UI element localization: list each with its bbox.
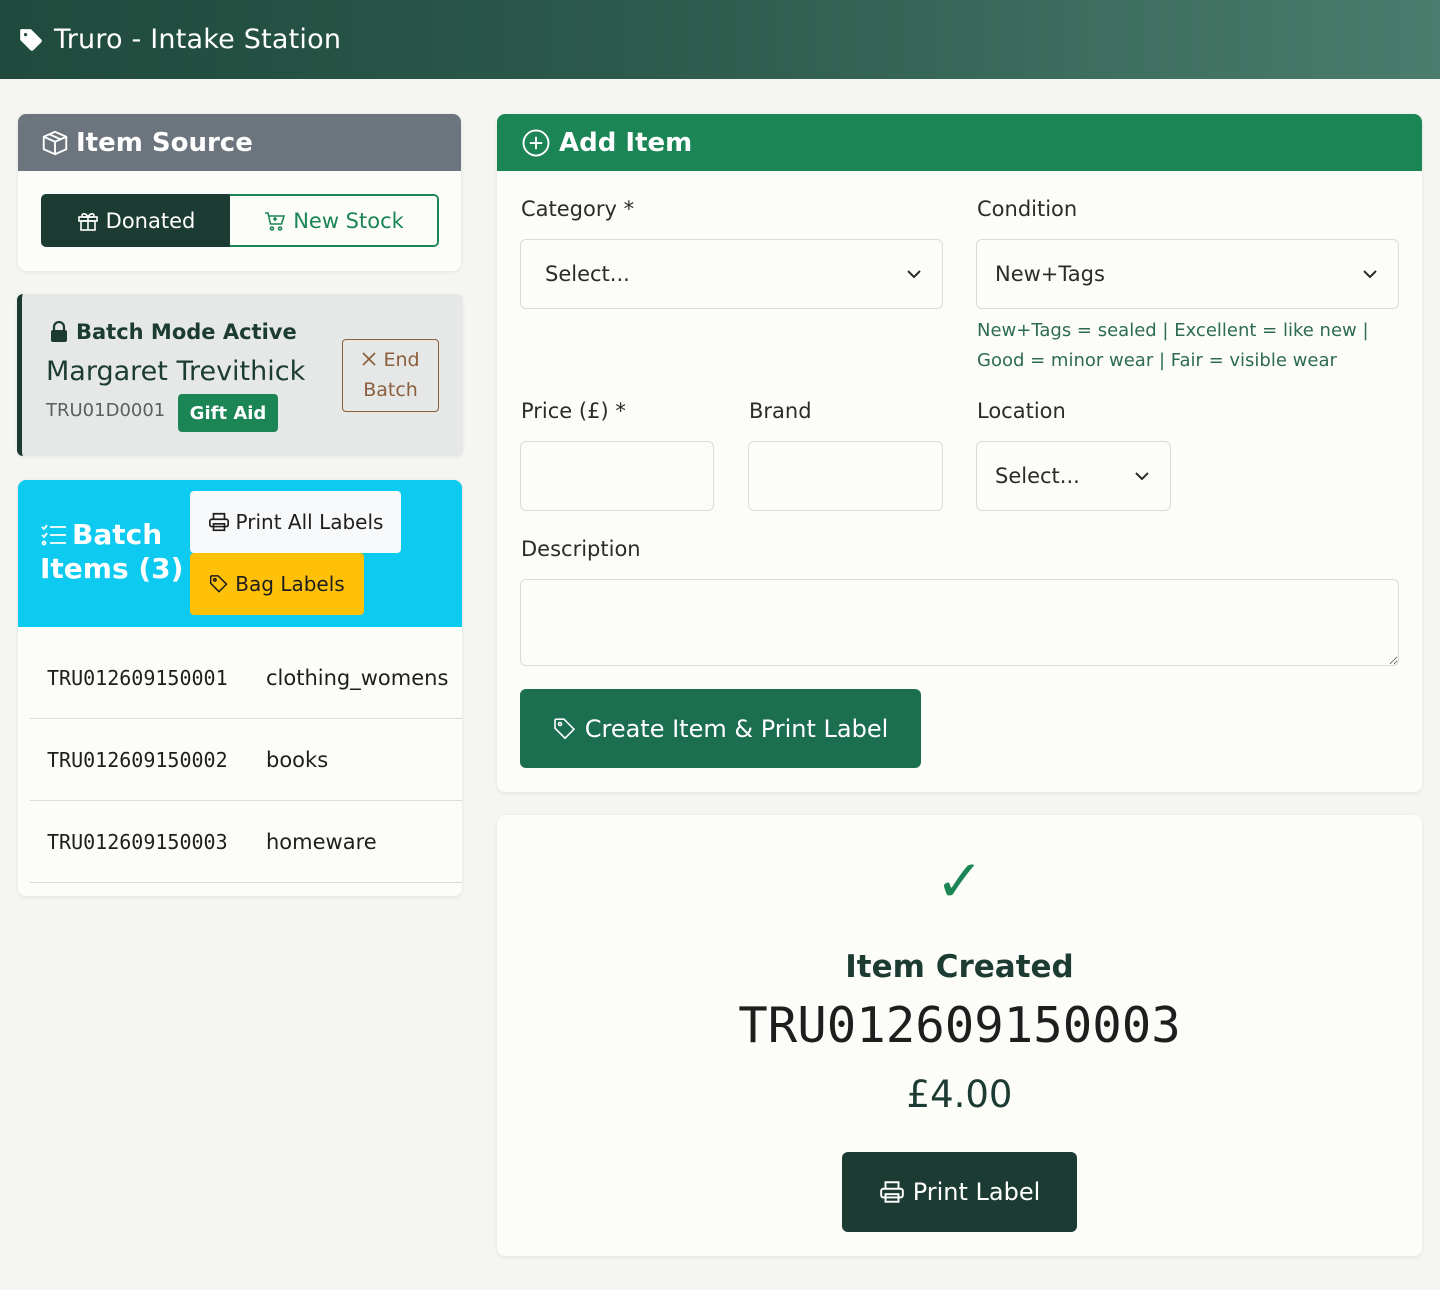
item-created-card: ✓ Item Created TRU012609150003 £4.00 Pri…	[497, 815, 1422, 1256]
app-title: Truro - Intake Station	[54, 24, 342, 55]
table-row[interactable]: TRU012609150001 clothing_womens	[30, 637, 462, 719]
batch-mode-title: Batch Mode Active	[50, 320, 297, 344]
print-all-labels-text: Print All Labels	[235, 510, 384, 534]
add-item-title: Add Item	[559, 127, 693, 158]
source-toggle: Donated New Stock	[41, 194, 439, 247]
bag-labels-button[interactable]: Bag Labels	[190, 553, 364, 615]
table-row[interactable]: TRU012609150003 homeware	[30, 801, 462, 883]
gift-icon	[77, 212, 98, 231]
list-icon	[41, 524, 66, 546]
end-batch-line1: End	[343, 345, 438, 375]
item-code: TRU012609150003	[47, 829, 228, 854]
donor-name: Margaret Trevithick	[46, 356, 306, 387]
item-source-title: Item Source	[76, 127, 253, 158]
chevron-down-icon	[907, 270, 921, 279]
add-item-card: Add Item Category * Select... Condition …	[497, 114, 1422, 792]
condition-value: New+Tags	[995, 262, 1105, 286]
tag-icon	[210, 575, 228, 593]
condition-label: Condition	[977, 197, 1078, 221]
create-item-button[interactable]: Create Item & Print Label	[520, 689, 921, 768]
gift-aid-badge: Gift Aid	[178, 394, 278, 432]
item-category: clothing_womens	[266, 665, 449, 690]
batch-items-title: Batch Items (3)	[40, 518, 183, 586]
chevron-down-icon	[1135, 472, 1149, 481]
new-stock-button[interactable]: New Stock	[230, 194, 439, 247]
brand-label: Brand	[749, 399, 812, 423]
item-created-code: TRU012609150003	[738, 997, 1181, 1054]
check-icon: ✓	[935, 847, 984, 915]
batch-items-title-1: Batch	[72, 518, 163, 551]
item-category: homeware	[266, 829, 377, 854]
end-batch-label-1: End	[383, 349, 420, 371]
category-select[interactable]: Select...	[520, 239, 943, 309]
description-textarea[interactable]	[520, 579, 1399, 666]
item-code: TRU012609150001	[47, 665, 228, 690]
location-select[interactable]: Select...	[976, 441, 1171, 511]
description-label: Description	[521, 537, 641, 561]
donor-id: TRU01D0001	[46, 400, 166, 421]
tag-icon	[20, 28, 42, 51]
condition-select[interactable]: New+Tags	[976, 239, 1399, 309]
batch-items-list: TRU012609150001 clothing_womens TRU01260…	[30, 637, 462, 883]
condition-hint: New+Tags = sealed | Excellent = like new…	[977, 320, 1369, 371]
create-item-label: Create Item & Print Label	[584, 714, 889, 743]
print-label-button[interactable]: Print Label	[842, 1152, 1077, 1232]
item-created-title: Item Created	[845, 949, 1074, 985]
batch-items-title-2: Items (3)	[40, 552, 184, 585]
add-item-header: Add Item	[497, 114, 1422, 171]
close-icon	[362, 352, 376, 366]
printer-icon	[208, 512, 229, 532]
batch-items-card: Batch Items (3) Print All Labels Bag Lab…	[18, 480, 462, 896]
print-all-labels-button[interactable]: Print All Labels	[190, 491, 401, 553]
item-created-price: £4.00	[906, 1073, 1013, 1116]
category-label: Category *	[521, 197, 635, 221]
box-icon	[42, 130, 68, 155]
lock-icon	[51, 321, 67, 342]
printer-icon	[879, 1181, 904, 1203]
top-bar: Truro - Intake Station	[0, 0, 1440, 79]
brand-input[interactable]	[748, 441, 943, 511]
price-label: Price (£) *	[521, 399, 626, 423]
price-input[interactable]	[520, 441, 714, 511]
table-row[interactable]: TRU012609150002 books	[30, 719, 462, 801]
print-label-text: Print Label	[912, 1178, 1041, 1206]
item-category: books	[266, 747, 329, 772]
tag-icon	[553, 717, 575, 739]
location-value: Select...	[995, 464, 1080, 488]
bag-labels-text: Bag Labels	[235, 572, 345, 596]
cart-icon	[265, 211, 286, 231]
donated-button[interactable]: Donated	[41, 194, 230, 247]
plus-circle-icon	[522, 129, 550, 156]
item-source-card: Item Source Donated New Stock	[18, 114, 461, 271]
item-source-header: Item Source	[18, 114, 461, 171]
end-batch-line2: Batch	[363, 379, 418, 401]
donated-label: Donated	[105, 208, 196, 233]
batch-mode-title-text: Batch Mode Active	[76, 320, 297, 344]
end-batch-button[interactable]: End Batch	[342, 339, 439, 412]
new-stock-label: New Stock	[293, 208, 404, 233]
location-label: Location	[977, 399, 1066, 423]
category-value: Select...	[545, 262, 630, 286]
item-code: TRU012609150002	[47, 747, 228, 772]
chevron-down-icon	[1363, 270, 1377, 279]
batch-items-header: Batch Items (3) Print All Labels Bag Lab…	[18, 480, 462, 627]
batch-mode-card: Batch Mode Active Margaret Trevithick TR…	[17, 294, 463, 456]
